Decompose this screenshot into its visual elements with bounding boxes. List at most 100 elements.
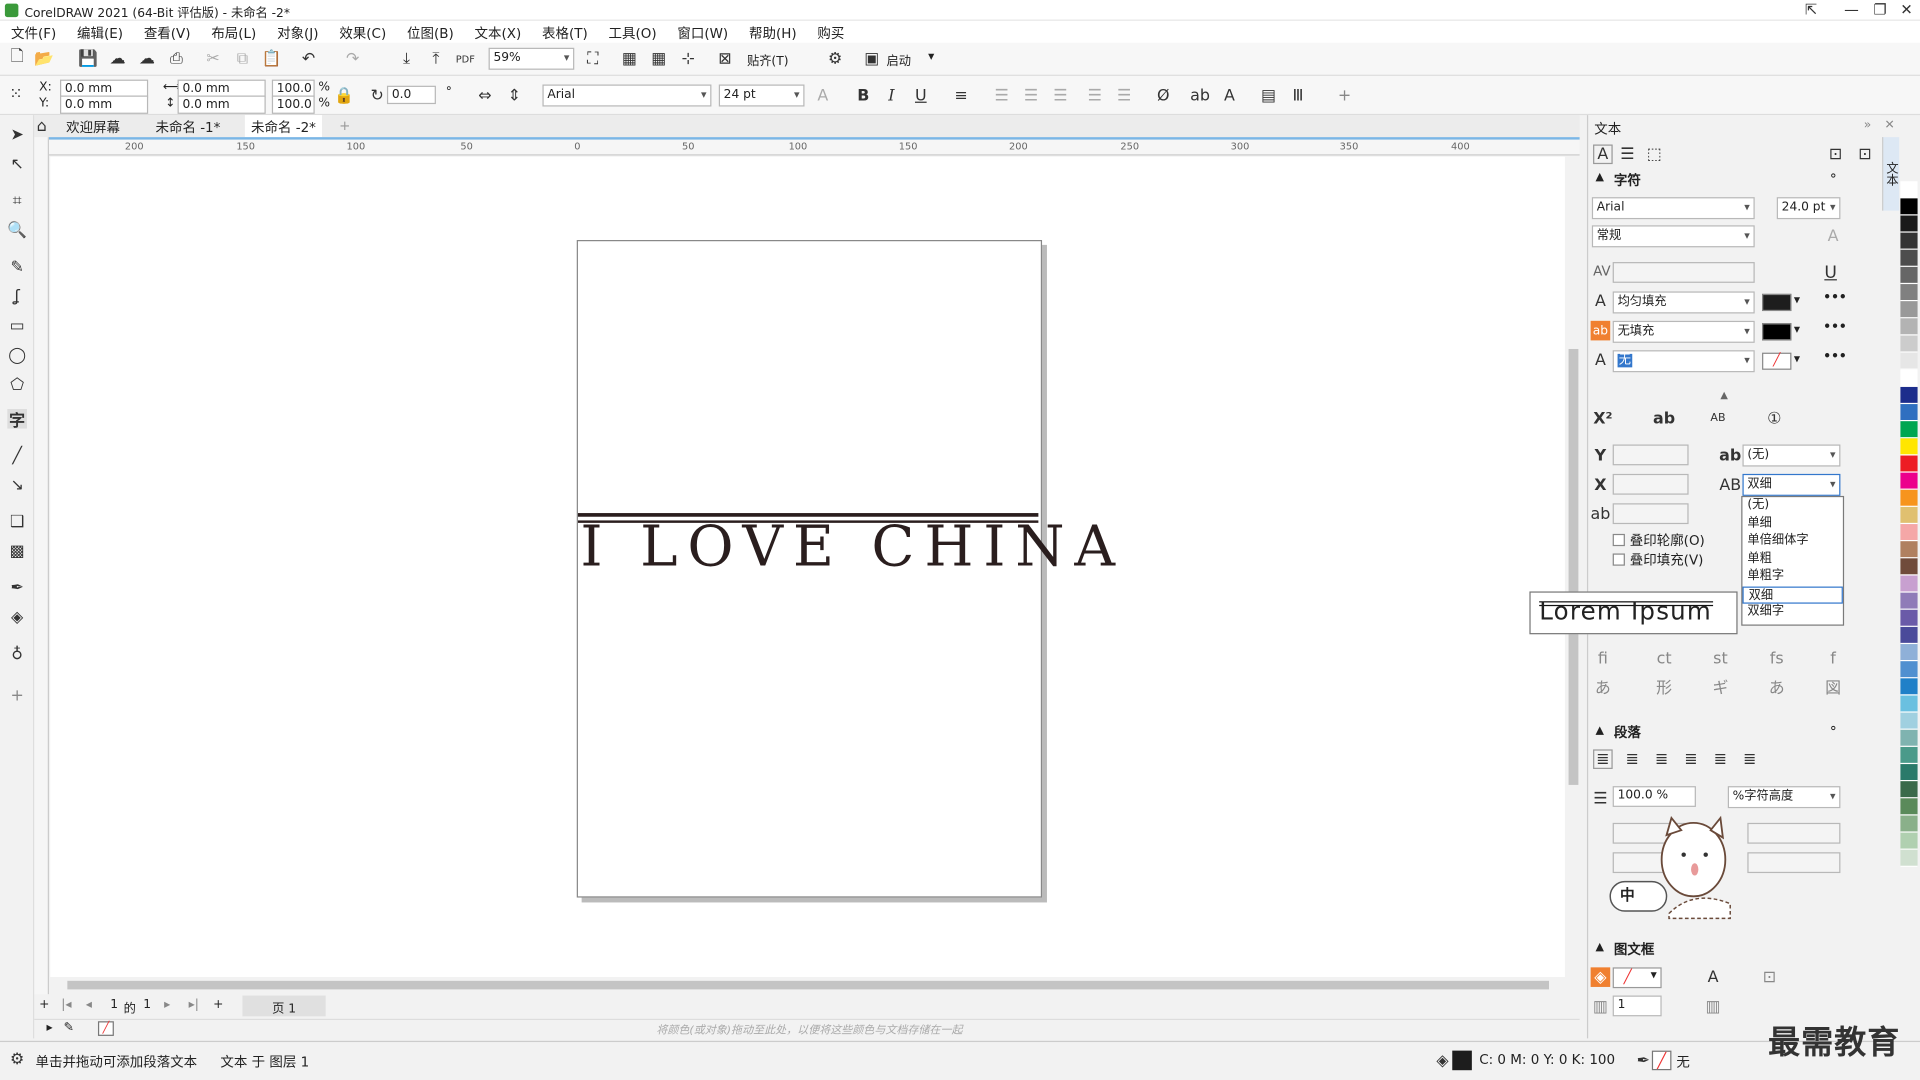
- palette-eyedropper-icon[interactable]: ✎: [64, 1021, 74, 1034]
- palette-swatch[interactable]: [1900, 506, 1918, 525]
- new-document-icon[interactable]: 🗋: [7, 48, 27, 69]
- ligature-icon[interactable]: fi: [1593, 649, 1613, 669]
- first-page-icon[interactable]: |◂: [61, 998, 71, 1011]
- palette-swatch[interactable]: [1900, 335, 1918, 353]
- zoom-tool-icon[interactable]: 🔍: [7, 220, 27, 240]
- palette-swatch[interactable]: [1900, 232, 1918, 250]
- subscript-icon[interactable]: ab: [1653, 409, 1675, 429]
- strikethrough-select[interactable]: (无): [1742, 444, 1841, 467]
- palette-swatch[interactable]: [1900, 661, 1918, 679]
- print-icon[interactable]: ⎙: [167, 49, 187, 69]
- document-page[interactable]: I LOVE CHINA: [576, 240, 1115, 898]
- palette-swatch[interactable]: [1900, 592, 1918, 610]
- palette-swatch[interactable]: [1900, 609, 1918, 627]
- cut-icon[interactable]: ✂: [203, 49, 223, 69]
- edit-text-icon[interactable]: A: [1220, 86, 1240, 106]
- menu-text[interactable]: 文本(X): [475, 21, 522, 42]
- font-list-select[interactable]: Arial: [542, 84, 712, 107]
- launch-icon[interactable]: ▣: [862, 49, 882, 69]
- new-tab-plus-icon[interactable]: +: [339, 115, 350, 137]
- artistic-media-tool-icon[interactable]: ʆ: [7, 287, 27, 307]
- align-full-icon[interactable]: ≣: [1711, 749, 1731, 769]
- palette-swatch[interactable]: [1900, 455, 1918, 473]
- reference-point-icon[interactable]: ⁙: [6, 84, 26, 104]
- palette-swatch[interactable]: [1900, 472, 1918, 490]
- horizontal-scrollbar[interactable]: [50, 977, 1581, 992]
- vertical-scrollbar[interactable]: [1567, 156, 1580, 978]
- cjk-icon-1[interactable]: あ: [1593, 676, 1613, 697]
- palette-swatch[interactable]: [1900, 678, 1918, 696]
- cjk-icon-2[interactable]: 形: [1654, 676, 1674, 697]
- share-icon[interactable]: ⇱: [1805, 1, 1817, 18]
- italic-icon[interactable]: I: [882, 86, 902, 106]
- shape-tool-icon[interactable]: ↖: [7, 154, 27, 174]
- artistic-text[interactable]: I LOVE CHINA: [580, 513, 1124, 579]
- swash-icon[interactable]: f: [1823, 649, 1843, 669]
- add-page-end-icon[interactable]: +: [213, 998, 223, 1011]
- columns-settings-icon[interactable]: ▥: [1703, 997, 1723, 1017]
- palette-expand-icon[interactable]: ▸: [47, 1021, 53, 1034]
- overprint-fill-checkbox[interactable]: [1612, 553, 1625, 566]
- bold-icon[interactable]: B: [853, 86, 873, 106]
- bg-color-chevron-down-icon[interactable]: ▾: [1794, 323, 1800, 336]
- docker-option-icon[interactable]: ⊡: [1826, 144, 1846, 164]
- undo-icon[interactable]: ↶: [299, 49, 319, 69]
- page-1-tab[interactable]: 页 1: [242, 995, 326, 1017]
- add-page-icon[interactable]: +: [39, 998, 49, 1011]
- fill-color-button[interactable]: [1762, 293, 1792, 312]
- cloud-upload-icon[interactable]: ☁: [137, 49, 157, 69]
- palette-swatch[interactable]: [1900, 832, 1918, 850]
- columns-input[interactable]: 1: [1612, 995, 1662, 1017]
- palette-swatch[interactable]: [1900, 729, 1918, 747]
- align-force-icon[interactable]: ≣: [1740, 749, 1760, 769]
- historical-lig-icon[interactable]: st: [1711, 649, 1731, 669]
- pick-tool-icon[interactable]: ➤: [7, 125, 27, 145]
- palette-swatch[interactable]: [1900, 249, 1918, 267]
- lock-ratio-icon[interactable]: 🔒: [334, 86, 354, 106]
- tab-untitled-1[interactable]: 未命名 -1*: [156, 115, 221, 137]
- mirror-vertical-icon[interactable]: ⇕: [504, 86, 524, 106]
- palette-swatch[interactable]: [1900, 266, 1918, 285]
- palette-swatch[interactable]: [1900, 438, 1918, 456]
- freehand-tool-icon[interactable]: ✎: [7, 257, 27, 277]
- fill-more-icon[interactable]: •••: [1823, 291, 1846, 304]
- fill-type-select[interactable]: 均匀填充: [1612, 291, 1755, 314]
- palette-swatch[interactable]: [1900, 524, 1918, 542]
- status-gear-icon[interactable]: ⚙: [7, 1049, 27, 1069]
- y-position-input[interactable]: 0.0 mm: [60, 95, 149, 114]
- export-icon[interactable]: ⤒: [426, 49, 446, 69]
- palette-swatch[interactable]: [1900, 575, 1918, 593]
- cjk-icon-4[interactable]: あ: [1767, 676, 1787, 697]
- save-icon[interactable]: 💾: [78, 49, 98, 69]
- palette-swatch[interactable]: [1900, 198, 1918, 216]
- palette-swatch[interactable]: [1900, 301, 1918, 319]
- palette-swatch[interactable]: [1900, 644, 1918, 662]
- polygon-tool-icon[interactable]: ⬠: [7, 375, 27, 395]
- superscript-icon[interactable]: X²: [1593, 409, 1613, 429]
- menu-bitmaps[interactable]: 位图(B): [407, 21, 454, 42]
- eyedropper-tool-icon[interactable]: ✒: [7, 578, 27, 598]
- palette-swatch[interactable]: [1900, 541, 1918, 559]
- last-page-icon[interactable]: ▸|: [189, 998, 199, 1011]
- zoom-level-select[interactable]: 59%: [488, 47, 575, 70]
- docker-font-style[interactable]: 常规: [1591, 225, 1755, 248]
- palette-swatch[interactable]: [1900, 849, 1918, 867]
- space-after-input[interactable]: [1747, 852, 1841, 874]
- bullet-list-icon[interactable]: ☰: [992, 86, 1012, 106]
- palette-swatch[interactable]: [1900, 798, 1918, 816]
- indent-decrease-icon[interactable]: ☰: [1114, 86, 1134, 106]
- palette-swatch[interactable]: [1900, 626, 1918, 645]
- contextual-alt-icon[interactable]: ct: [1654, 649, 1674, 669]
- palette-swatch[interactable]: [1900, 352, 1918, 370]
- palette-swatch[interactable]: [1900, 712, 1918, 730]
- launch-label[interactable]: 启动: [887, 50, 911, 68]
- option-single-thin-word[interactable]: 单倍细体字: [1742, 533, 1842, 551]
- menu-help[interactable]: 帮助(H): [749, 21, 797, 42]
- fill-color-chevron-down-icon[interactable]: ▾: [1794, 294, 1800, 307]
- horizontal-scroll-thumb[interactable]: [67, 980, 1549, 990]
- interactive-fill-tool-icon[interactable]: ◈: [7, 607, 27, 627]
- text-tool-icon[interactable]: 字: [7, 408, 27, 430]
- height-input[interactable]: 0.0 mm: [177, 95, 266, 114]
- tab-welcome[interactable]: 欢迎屏幕: [66, 115, 120, 137]
- scale-height-input[interactable]: 100.0: [271, 95, 315, 114]
